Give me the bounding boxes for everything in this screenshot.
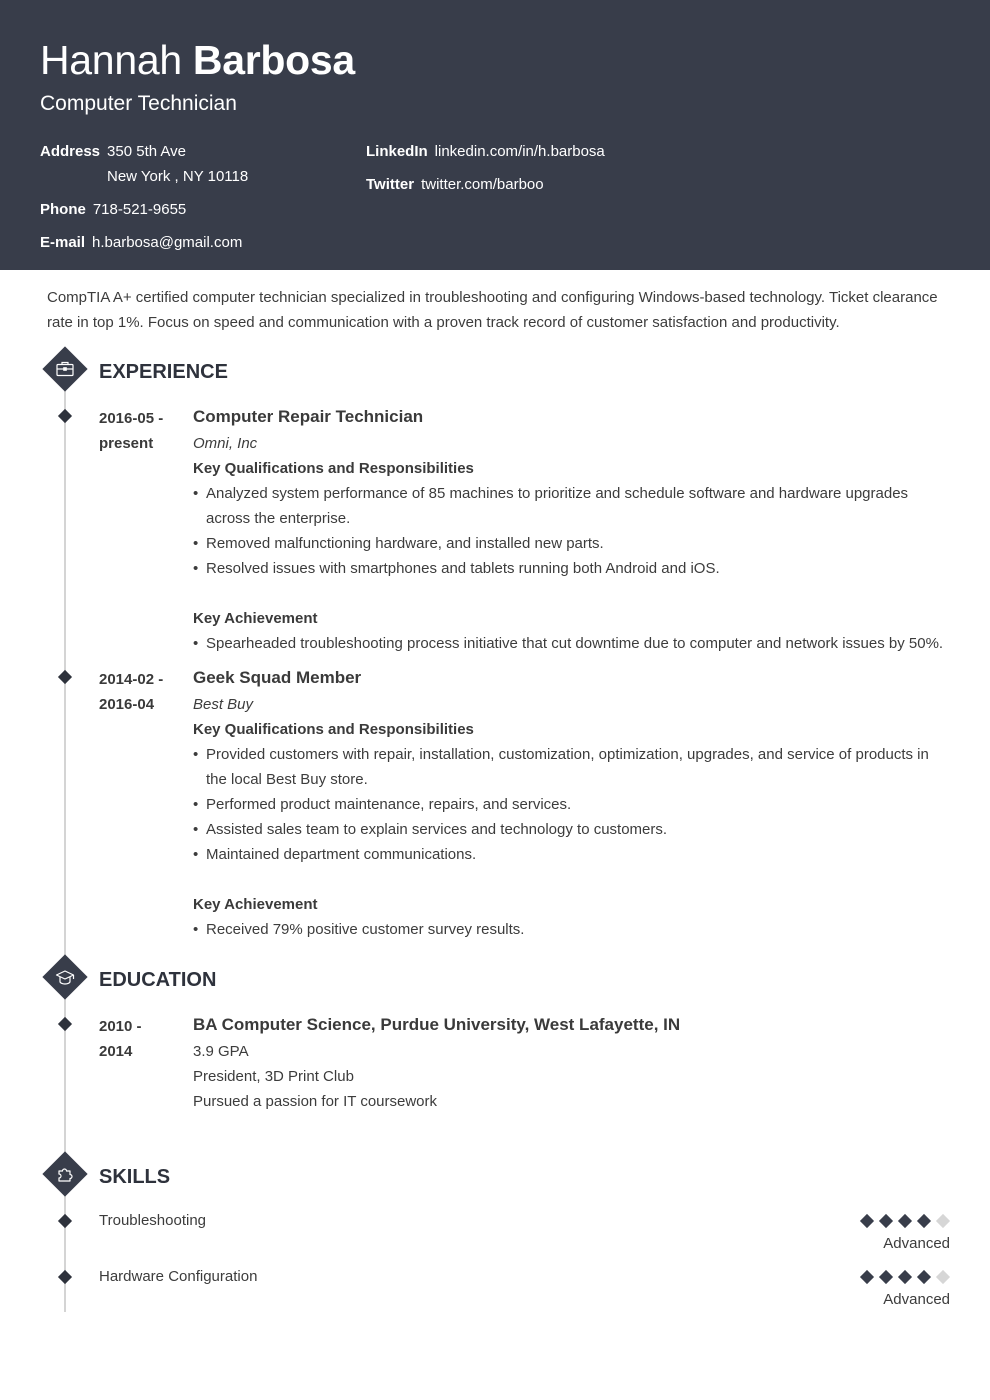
rating-diamond-filled [878, 1269, 894, 1285]
date-end: 2014 [99, 1043, 133, 1060]
skill-name: Troubleshooting [99, 1212, 207, 1229]
rating-diamond-empty [935, 1213, 951, 1229]
rating-diamond-filled [897, 1269, 913, 1285]
company-name: Omni, Inc [193, 435, 258, 452]
list-item: Spearheaded troubleshooting process init… [193, 631, 953, 656]
achievement-heading: Key Achievement [193, 610, 318, 627]
phone-value: 718-521-9655 [92, 201, 187, 218]
company-name: Best Buy [193, 696, 254, 713]
skill-level: Advanced [883, 1291, 950, 1308]
job-entry: Geek Squad Member Best Buy Key Qualifica… [193, 665, 953, 942]
profile-summary: CompTIA A+ certified computer technician… [47, 289, 938, 331]
job-dates: 2016-05 - present [99, 406, 163, 456]
education-detail: 3.9 GPA [193, 1043, 249, 1060]
date-end: 2016-04 [99, 696, 155, 713]
contact-twitter: Twitter twitter.com/barboo [366, 176, 544, 194]
date-start: 2010 - [99, 1018, 142, 1035]
list-item: Performed product maintenance, repairs, … [193, 792, 953, 817]
achievements-list: Received 79% positive customer survey re… [193, 917, 953, 942]
timeline-dot [57, 1016, 73, 1032]
address-line2: New York , NY 10118 [107, 168, 249, 185]
list-item: Removed malfunctioning hardware, and ins… [193, 531, 953, 556]
job-title: Geek Squad Member [193, 668, 362, 687]
list-item: Assisted sales team to explain services … [193, 817, 953, 842]
resume-header: Hannah Barbosa Computer Technician Addre… [0, 0, 990, 270]
date-start: 2016-05 - [99, 410, 164, 427]
last-name: Barbosa [192, 37, 355, 83]
timeline-dot [57, 1269, 73, 1285]
list-item: Maintained department communications. [193, 842, 953, 867]
section-title-skills: SKILLS [99, 1166, 171, 1188]
list-item: Analyzed system performance of 85 machin… [193, 481, 953, 531]
skill-name: Hardware Configuration [99, 1268, 258, 1285]
skill-rating [859, 1269, 951, 1285]
rating-diamond-filled [916, 1213, 932, 1229]
responsibilities-list: Analyzed system performance of 85 machin… [193, 481, 953, 581]
linkedin-link[interactable]: linkedin.com/in/h.barbosa [435, 143, 605, 160]
email-label: E-mail [40, 234, 86, 251]
education-dates: 2010 - 2014 [99, 1014, 142, 1064]
briefcase-icon [42, 346, 88, 392]
education-detail: President, 3D Print Club [193, 1068, 354, 1085]
rating-diamond-empty [935, 1269, 951, 1285]
puzzle-piece-icon [42, 1151, 88, 1197]
rating-diamond-filled [897, 1213, 913, 1229]
education-entry: BA Computer Science, Purdue University, … [193, 1012, 953, 1114]
job-title: Computer Repair Technician [193, 407, 424, 426]
phone-label: Phone [40, 201, 86, 218]
job-dates: 2014-02 - 2016-04 [99, 667, 163, 717]
responsibilities-list: Provided customers with repair, installa… [193, 742, 953, 867]
rating-diamond-filled [859, 1269, 875, 1285]
list-item: Resolved issues with smartphones and tab… [193, 556, 953, 581]
timeline-dot [57, 669, 73, 685]
graduation-cap-icon [42, 954, 88, 1000]
qualifications-heading: Key Qualifications and Responsibilities [193, 460, 474, 477]
skill-rating [859, 1213, 951, 1229]
date-start: 2014-02 - [99, 671, 164, 688]
linkedin-label: LinkedIn [366, 143, 428, 160]
timeline-dot [57, 1213, 73, 1229]
section-title-experience: EXPERIENCE [99, 361, 228, 383]
contact-linkedin: LinkedIn linkedin.com/in/h.barbosa [366, 143, 605, 161]
education-detail: Pursued a passion for IT coursework [193, 1093, 438, 1110]
first-name: Hannah [40, 37, 182, 83]
email-link[interactable]: h.barbosa@gmail.com [92, 234, 242, 251]
candidate-name: Hannah Barbosa [40, 36, 355, 84]
degree-title: BA Computer Science, Purdue University, … [193, 1015, 681, 1034]
skill-level: Advanced [883, 1235, 950, 1252]
contact-address: Address 350 5th Ave [40, 143, 186, 161]
list-item: Received 79% positive customer survey re… [193, 917, 953, 942]
section-title-education: EDUCATION [99, 969, 217, 991]
timeline-line-skills [64, 1192, 66, 1312]
achievements-list: Spearheaded troubleshooting process init… [193, 631, 953, 656]
timeline-dot [57, 408, 73, 424]
rating-diamond-filled [859, 1213, 875, 1229]
list-item: Provided customers with repair, installa… [193, 742, 953, 792]
job-entry: Computer Repair Technician Omni, Inc Key… [193, 404, 953, 656]
achievement-heading: Key Achievement [193, 896, 318, 913]
address-label: Address [40, 143, 101, 160]
rating-diamond-filled [916, 1269, 932, 1285]
twitter-link[interactable]: twitter.com/barboo [421, 176, 544, 193]
qualifications-heading: Key Qualifications and Responsibilities [193, 721, 474, 738]
rating-diamond-filled [878, 1213, 894, 1229]
job-role: Computer Technician [40, 92, 237, 115]
contact-phone: Phone 718-521-9655 [40, 201, 186, 219]
twitter-label: Twitter [366, 176, 415, 193]
contact-email: E-mail h.barbosa@gmail.com [40, 234, 242, 252]
address-line1: 350 5th Ave [107, 143, 186, 160]
date-end: present [99, 435, 154, 452]
